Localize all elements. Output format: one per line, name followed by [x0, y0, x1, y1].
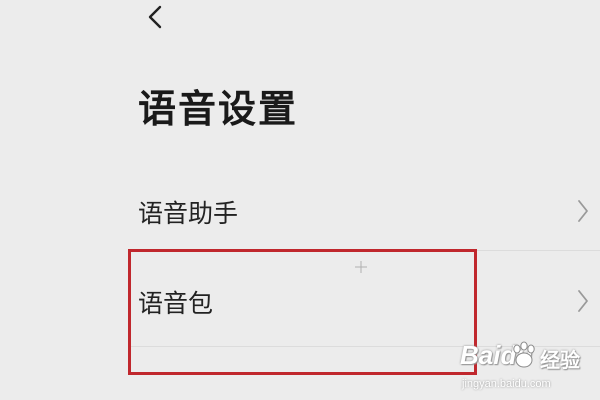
divider	[128, 250, 600, 251]
back-arrow-icon	[142, 2, 172, 34]
page-title: 语音设置	[138, 87, 299, 131]
watermark-brand-cn: 经验	[540, 348, 580, 372]
menu-item-voice-assistant[interactable]: 语音助手	[128, 180, 600, 242]
voice-settings-screen: 语音设置 语音助手 语音包 Baidu 经验 jingyan.baidu.com	[0, 0, 600, 400]
menu-item-label: 语音助手	[138, 199, 239, 228]
chevron-right-icon	[576, 198, 590, 228]
watermark-brand: Baidu	[460, 340, 533, 370]
menu-item-label: 语音包	[138, 289, 214, 318]
back-button[interactable]	[142, 2, 172, 34]
divider	[128, 346, 600, 347]
chevron-right-icon	[576, 288, 590, 318]
watermark-url: jingyan.baidu.com	[462, 378, 551, 390]
menu-item-voice-pack[interactable]: 语音包	[128, 268, 600, 336]
crosshair-cursor-icon	[355, 258, 367, 273]
